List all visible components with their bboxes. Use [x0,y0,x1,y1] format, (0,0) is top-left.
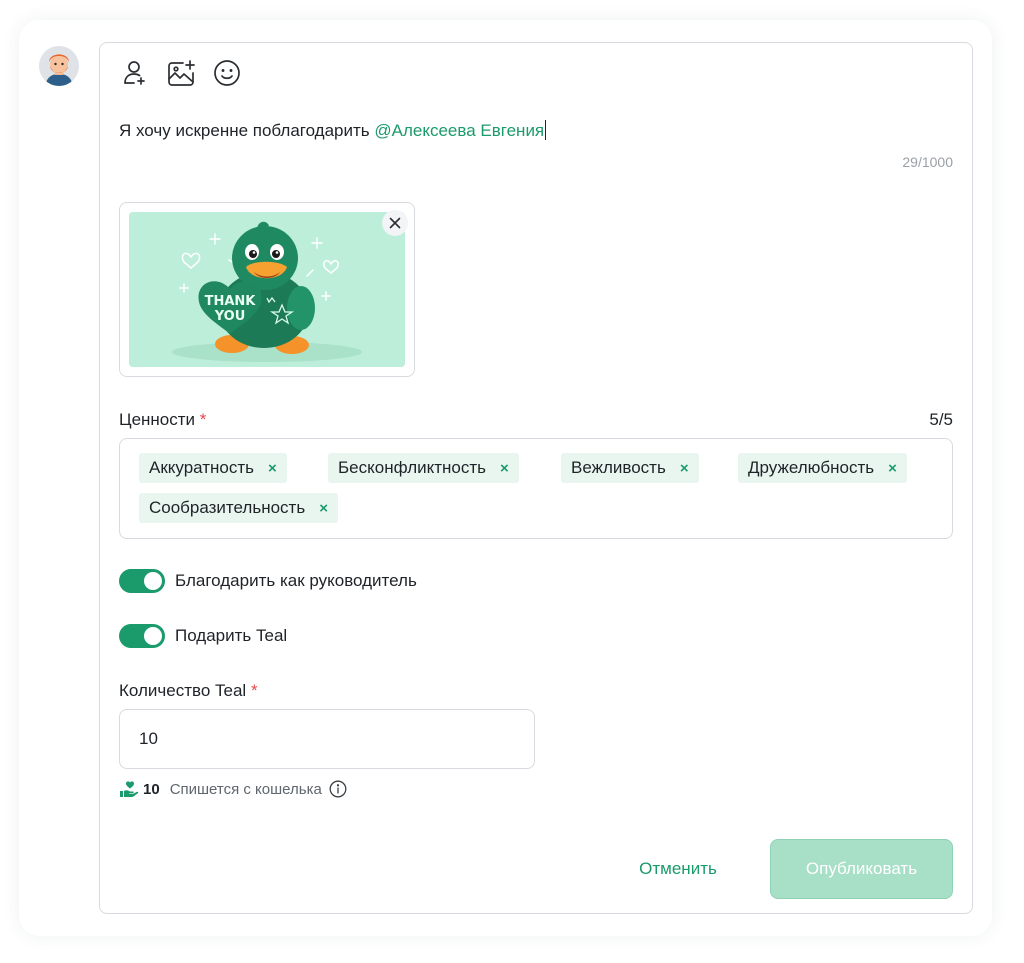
image-text-thank: THANK [205,294,257,309]
wallet-info: 10 Спишется с кошелька [119,778,347,800]
composer-toolbar [119,57,243,89]
emoji-button[interactable] [211,57,243,89]
value-chip-label: Бесконфликтность [338,458,487,477]
value-chip-label: Вежливость [571,458,666,477]
gift-teal-label: Подарить Teal [175,626,288,645]
value-chip: Вежливость × [561,453,699,483]
thanks-composer: Я хочу искренне поблагодарить @Алексеева… [99,42,973,914]
mention-user-icon [124,61,145,85]
image-attachment: THANK YOU [119,202,415,377]
avatar [39,46,79,86]
thank-you-duck-image: THANK YOU [129,212,405,367]
character-counter: 29/1000 [902,154,953,170]
value-chip: Дружелюбность × [738,453,907,483]
value-chip-label: Сообразительность [149,498,306,517]
value-chip-label: Аккуратность [149,458,255,477]
required-mark: * [199,410,207,429]
toggle-knob [144,572,162,590]
teal-amount-input[interactable] [119,709,535,769]
emoji-icon [214,60,240,86]
heart-hand-icon [120,781,139,797]
publish-button[interactable]: Опубликовать [770,839,953,899]
value-chip: Бесконфликтность × [328,453,519,483]
mention-link[interactable]: @Алексеева Евгения [374,121,544,140]
required-mark: * [250,681,258,700]
gift-teal-toggle[interactable] [119,624,165,648]
message-text: Я хочу искренне поблагодарить [119,121,375,140]
thank-as-manager-row: Благодарить как руководитель [119,568,417,594]
mention-user-button[interactable] [119,57,151,89]
values-count: 5/5 [929,410,953,429]
teal-amount-label: Количество Teal * [119,681,258,701]
add-image-icon [168,60,195,86]
remove-value-button[interactable]: × [268,460,277,477]
add-image-button[interactable] [165,57,197,89]
gift-teal-row: Подарить Teal [119,623,287,649]
remove-value-button[interactable]: × [680,460,689,477]
teal-amount-label-text: Количество Teal [119,681,247,700]
info-icon [329,780,347,798]
message-input[interactable]: Я хочу искренне поблагодарить @Алексеева… [119,120,547,142]
close-icon [389,217,401,229]
remove-value-button[interactable]: × [888,460,897,477]
toggle-knob [144,627,162,645]
values-label-text: Ценности [119,410,196,429]
values-select[interactable]: Аккуратность × Бесконфликтность × Вежлив… [119,438,953,539]
value-chip: Сообразительность × [139,493,338,523]
value-chip-label: Дружелюбность [748,458,875,477]
remove-value-button[interactable]: × [500,460,509,477]
value-chip: Аккуратность × [139,453,287,483]
image-text-you: YOU [214,309,246,324]
remove-value-button[interactable]: × [319,500,328,517]
wallet-amount: 10 [143,780,160,798]
cancel-button[interactable]: Отменить [623,839,733,899]
values-label: Ценности * [119,410,206,430]
text-caret [545,120,547,140]
wallet-note: Спишется с кошелька [169,780,322,798]
thank-as-manager-toggle[interactable] [119,569,165,593]
remove-attachment-button[interactable] [382,210,408,236]
thank-as-manager-label: Благодарить как руководитель [175,571,417,590]
info-button[interactable] [329,780,347,798]
